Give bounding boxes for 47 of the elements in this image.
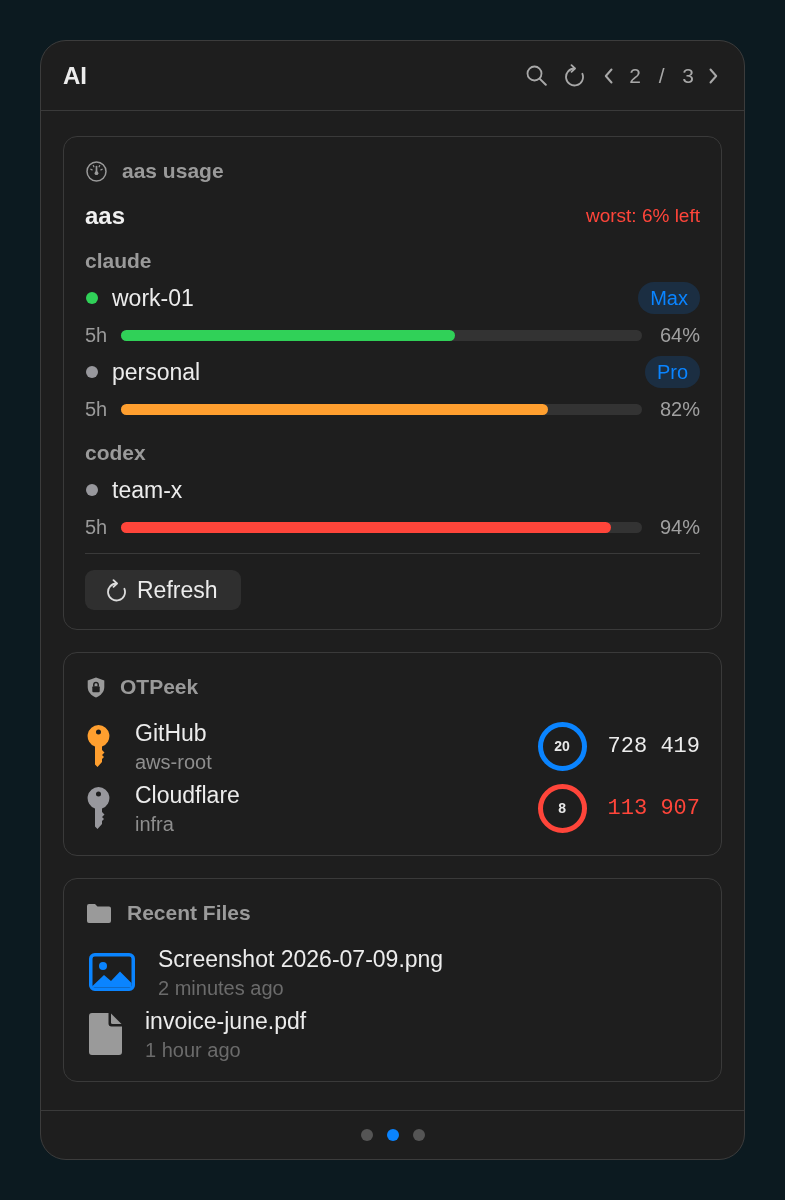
refresh-icon bbox=[106, 578, 127, 602]
page-indicator: 2 / 3 bbox=[629, 62, 694, 89]
section-label: claude bbox=[85, 248, 153, 274]
chevron-right-icon bbox=[709, 67, 718, 84]
card-title: aas usage bbox=[122, 158, 224, 185]
chevron-left-icon bbox=[604, 67, 614, 84]
usage-percent: 64% bbox=[658, 323, 700, 348]
file-time: 1 hour ago bbox=[145, 1037, 242, 1062]
plan-badge: Max bbox=[638, 282, 700, 314]
file-name[interactable]: Screenshot 2026-07-09.png bbox=[158, 944, 444, 973]
section-label: codex bbox=[85, 440, 147, 466]
shield-lock-icon bbox=[87, 676, 105, 698]
image-file-icon bbox=[89, 953, 135, 991]
file-time: 2 minutes ago bbox=[158, 975, 285, 1000]
account-label: aws-root bbox=[135, 749, 212, 774]
account-name: team-x bbox=[112, 475, 183, 505]
file-name[interactable]: invoice-june.pdf bbox=[145, 1006, 307, 1035]
window-label: 5h bbox=[85, 397, 108, 422]
search-icon bbox=[526, 65, 548, 86]
window-title: AI bbox=[63, 63, 87, 88]
card-title: OTPeek bbox=[120, 674, 199, 701]
gauge-icon bbox=[86, 160, 107, 182]
account-name: work-01 bbox=[112, 283, 194, 313]
account-name: personal bbox=[112, 357, 201, 387]
usage-percent: 82% bbox=[658, 397, 700, 422]
usage-percent: 94% bbox=[658, 515, 700, 540]
previous-page-button[interactable] bbox=[604, 67, 614, 84]
countdown-ring: 20 bbox=[537, 721, 587, 771]
service-name: Cloudflare bbox=[135, 780, 240, 809]
window-label: 5h bbox=[85, 515, 108, 540]
otp-code: 728 419 bbox=[607, 732, 700, 761]
otp-code: 113 907 bbox=[607, 794, 700, 823]
countdown-ring: 8 bbox=[537, 783, 587, 833]
next-page-button[interactable] bbox=[709, 67, 718, 84]
window-label: 5h bbox=[85, 323, 108, 348]
plan-badge: Pro bbox=[644, 356, 700, 388]
service-name: GitHub bbox=[135, 718, 208, 747]
document-file-icon bbox=[89, 1013, 122, 1055]
card-title: Recent Files bbox=[127, 900, 251, 927]
refresh-button[interactable]: Refresh bbox=[85, 570, 241, 610]
refresh-icon bbox=[564, 64, 586, 87]
account-label: infra bbox=[135, 811, 175, 836]
usage-name: aas bbox=[85, 201, 126, 231]
folder-icon bbox=[87, 903, 111, 923]
usage-summary: worst: 6% left bbox=[585, 203, 700, 228]
search-button[interactable] bbox=[526, 65, 548, 86]
refresh-button[interactable] bbox=[564, 64, 586, 87]
